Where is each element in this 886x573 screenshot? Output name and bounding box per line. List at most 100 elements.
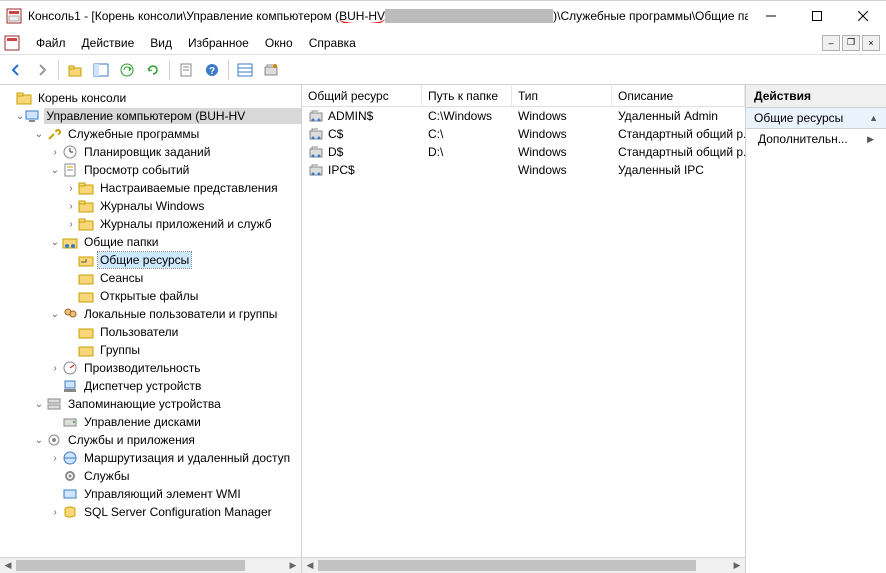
- mdi-restore-button[interactable]: ❐: [842, 35, 860, 51]
- tree-groups[interactable]: Группы: [0, 341, 301, 359]
- collapse-icon[interactable]: ⌄: [48, 237, 62, 248]
- menu-action[interactable]: Действие: [74, 34, 143, 52]
- list-row[interactable]: IPC$WindowsУдаленный IPC: [302, 161, 745, 179]
- actions-more[interactable]: Дополнительн... ▶: [746, 129, 886, 149]
- tree-compmgmt[interactable]: ⌄ Управление компьютером (BUH-HVXXXXXXX: [0, 107, 301, 125]
- up-button[interactable]: [63, 58, 87, 82]
- device-icon: [62, 378, 78, 394]
- tree-label: Служебные программы: [66, 126, 201, 142]
- list-row[interactable]: D$D:\WindowsСтандартный общий р...: [302, 143, 745, 161]
- forward-button[interactable]: [30, 58, 54, 82]
- gear-icon: [62, 468, 78, 484]
- tree-label: Производительность: [82, 360, 202, 376]
- tree-scheduler[interactable]: › Планировщик заданий: [0, 143, 301, 161]
- tree-localusers[interactable]: ⌄ Локальные пользователи и группы: [0, 305, 301, 323]
- collapse-icon[interactable]: ⌄: [48, 165, 62, 176]
- collapse-icon[interactable]: ⌄: [16, 111, 24, 122]
- show-hide-tree-button[interactable]: [89, 58, 113, 82]
- scroll-right-icon[interactable]: ▶: [285, 558, 301, 573]
- list-row[interactable]: ADMIN$C:\WindowsWindowsУдаленный Admin: [302, 107, 745, 125]
- chevron-right-icon: ▶: [867, 134, 874, 145]
- tree-sharedfolders[interactable]: ⌄ Общие папки: [0, 233, 301, 251]
- chevron-up-icon[interactable]: ▲: [869, 113, 878, 123]
- menu-file[interactable]: Файл: [28, 34, 74, 52]
- tree-customviews[interactable]: › Настраиваемые представления: [0, 179, 301, 197]
- column-share[interactable]: Общий ресурс: [302, 85, 422, 106]
- view-list-button[interactable]: [233, 58, 257, 82]
- properties-button[interactable]: [174, 58, 198, 82]
- tree-scrollbar-horizontal[interactable]: ◀ ▶: [0, 557, 301, 573]
- expand-icon[interactable]: ›: [48, 507, 62, 518]
- close-button[interactable]: [840, 1, 886, 31]
- scroll-left-icon[interactable]: ◀: [302, 558, 318, 573]
- tree-wmi[interactable]: Управляющий элемент WMI: [0, 485, 301, 503]
- tree-devmgr[interactable]: Диспетчер устройств: [0, 377, 301, 395]
- refresh-button[interactable]: [141, 58, 165, 82]
- collapse-icon[interactable]: ⌄: [32, 399, 46, 410]
- tree-diskmgmt[interactable]: Управление дисками: [0, 413, 301, 431]
- share-icon: [78, 252, 94, 268]
- tree-sqlmgr[interactable]: › SQL Server Configuration Manager: [0, 503, 301, 521]
- tree-perf[interactable]: › Производительность: [0, 359, 301, 377]
- column-type[interactable]: Тип: [512, 85, 612, 106]
- expand-icon[interactable]: ›: [64, 219, 78, 230]
- list-pane[interactable]: Общий ресурс Путь к папке Тип Описание A…: [302, 85, 746, 573]
- tree-services-apps[interactable]: ⌄ Службы и приложения: [0, 431, 301, 449]
- actions-section[interactable]: Общие ресурсы ▲: [746, 108, 886, 129]
- cell-share: C$: [302, 126, 422, 142]
- tree-label: Службы и приложения: [66, 432, 197, 448]
- collapse-icon[interactable]: ⌄: [32, 129, 46, 140]
- tree-rras[interactable]: › Маршрутизация и удаленный доступ: [0, 449, 301, 467]
- menu-favorites[interactable]: Избранное: [180, 34, 257, 52]
- menu-help[interactable]: Справка: [301, 34, 364, 52]
- tree-services[interactable]: Службы: [0, 467, 301, 485]
- scroll-left-icon[interactable]: ◀: [0, 558, 16, 573]
- app-icon: [6, 8, 22, 24]
- collapse-icon[interactable]: ⌄: [32, 435, 46, 446]
- tree-eventviewer[interactable]: ⌄ Просмотр событий: [0, 161, 301, 179]
- tree-systools[interactable]: ⌄ Служебные программы: [0, 125, 301, 143]
- expand-icon[interactable]: ›: [48, 453, 62, 464]
- menu-window[interactable]: Окно: [257, 34, 301, 52]
- tree-openfiles[interactable]: Открытые файлы: [0, 287, 301, 305]
- tree-users[interactable]: Пользователи: [0, 323, 301, 341]
- menubar: Файл Действие Вид Избранное Окно Справка…: [0, 31, 886, 55]
- mdi-minimize-button[interactable]: –: [822, 35, 840, 51]
- column-path[interactable]: Путь к папке: [422, 85, 512, 106]
- tree-appsvclogs[interactable]: › Журналы приложений и служб: [0, 215, 301, 233]
- network-icon: [62, 450, 78, 466]
- storage-icon: [46, 396, 62, 412]
- expand-icon[interactable]: ›: [64, 183, 78, 194]
- column-desc[interactable]: Описание: [612, 85, 745, 106]
- cell-path: C:\Windows: [422, 109, 512, 123]
- tools-icon: [46, 126, 62, 142]
- list-scrollbar-horizontal[interactable]: ◀ ▶: [302, 557, 745, 573]
- list-row[interactable]: C$C:\WindowsСтандартный общий р...: [302, 125, 745, 143]
- users-icon: [62, 306, 78, 322]
- tree-sessions[interactable]: Сеансы: [0, 269, 301, 287]
- collapse-icon[interactable]: ⌄: [48, 309, 62, 320]
- tree-label: Пользователи: [98, 324, 180, 340]
- tree-root[interactable]: Корень консоли: [0, 89, 301, 107]
- menu-view[interactable]: Вид: [142, 34, 180, 52]
- tree-label: SQL Server Configuration Manager: [82, 504, 274, 520]
- expand-icon[interactable]: ›: [48, 147, 62, 158]
- actions-more-label: Дополнительн...: [758, 132, 848, 146]
- tree-label: Сеансы: [98, 270, 145, 286]
- expand-icon[interactable]: ›: [48, 363, 62, 374]
- tree-storage[interactable]: ⌄ Запоминающие устройства: [0, 395, 301, 413]
- maximize-button[interactable]: [794, 1, 840, 31]
- tree-pane[interactable]: Корень консоли ⌄ Управление компьютером …: [0, 85, 302, 573]
- help-button[interactable]: ?: [200, 58, 224, 82]
- new-share-button[interactable]: [259, 58, 283, 82]
- expand-icon[interactable]: ›: [64, 201, 78, 212]
- tree-label: Просмотр событий: [82, 162, 191, 178]
- sql-icon: [62, 504, 78, 520]
- tree-winlogs[interactable]: › Журналы Windows: [0, 197, 301, 215]
- mdi-close-button[interactable]: ×: [862, 35, 880, 51]
- back-button[interactable]: [4, 58, 28, 82]
- tree-shares[interactable]: Общие ресурсы: [0, 251, 301, 269]
- minimize-button[interactable]: [748, 1, 794, 31]
- scroll-right-icon[interactable]: ▶: [729, 558, 745, 573]
- export-button[interactable]: [115, 58, 139, 82]
